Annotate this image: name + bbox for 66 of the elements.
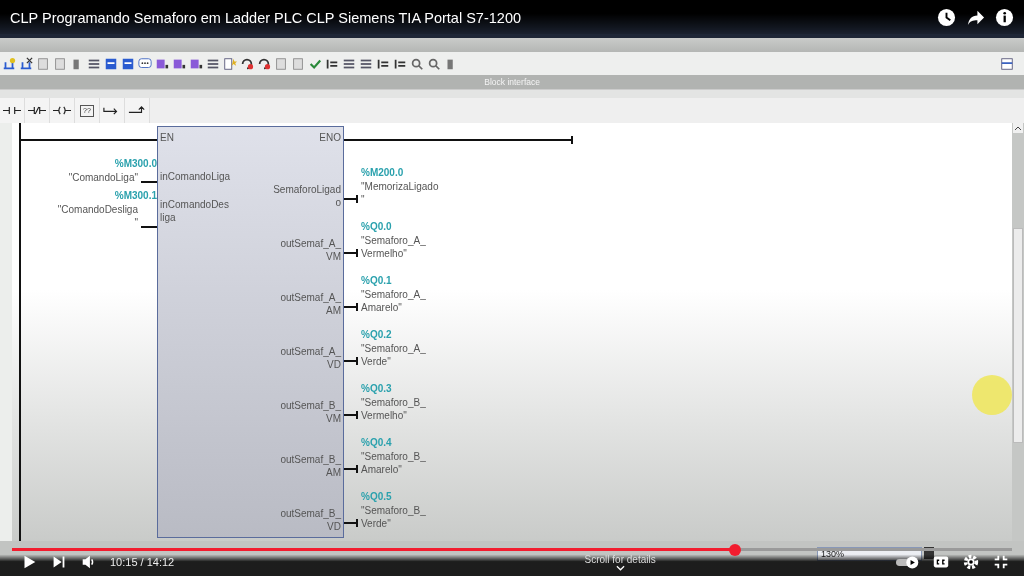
input-pin-label: inComandoDes liga: [160, 198, 230, 224]
wire: [344, 522, 358, 524]
exit-fullscreen-icon[interactable]: [992, 553, 1010, 571]
window-icon[interactable]: [104, 56, 118, 71]
clock-icon[interactable]: [937, 8, 956, 27]
operand-tag[interactable]: "Semaforo_B_ Vermelho": [361, 396, 426, 422]
operand-address[interactable]: %Q0.1: [361, 273, 426, 288]
nc-contact-button[interactable]: [25, 98, 50, 123]
operand-tag[interactable]: "Semaforo_B_ Amarelo": [361, 450, 426, 476]
input-pin-label: inComandoLiga: [160, 170, 231, 183]
operand-tag[interactable]: "Semaforo_B_ Verde": [361, 504, 426, 530]
search-icon[interactable]: [410, 56, 424, 71]
contact-icon: [3, 106, 21, 115]
en-pin-label: EN: [160, 131, 174, 145]
operand-tag[interactable]: "Semaforo_A_ Vermelho": [361, 234, 426, 260]
output-pin-label: SemaforoLigad o: [273, 183, 341, 209]
operand-address[interactable]: %Q0.0: [361, 219, 426, 234]
window-icon[interactable]: [121, 56, 135, 71]
operand-tag[interactable]: "Semaforo_A_ Amarelo": [361, 288, 426, 314]
coil-button[interactable]: [50, 98, 75, 123]
undo-icon[interactable]: [257, 56, 271, 71]
info-icon[interactable]: [995, 8, 1014, 27]
wire: [141, 181, 157, 183]
autoplay-toggle[interactable]: [896, 555, 920, 569]
wire: [344, 198, 358, 200]
window-icon[interactable]: [1000, 56, 1014, 71]
closed-contact-icon: [28, 106, 46, 115]
close-branch-button[interactable]: [125, 98, 150, 123]
coil-icon: [53, 106, 71, 115]
output-pin-label: outSemaf_A_ VD: [280, 345, 341, 371]
scroll-up-icon[interactable]: [1013, 123, 1023, 133]
share-icon[interactable]: [966, 8, 985, 27]
wire: [344, 306, 358, 308]
scroll-hint[interactable]: Scroll for details: [584, 553, 656, 565]
delete-network-icon[interactable]: [19, 56, 33, 71]
output-pin-label: outSemaf_B_ VD: [280, 507, 341, 533]
operand-tag[interactable]: "Semaforo_A_ Verde": [361, 342, 426, 368]
operand-tag[interactable]: "MemorizaLigado ": [361, 180, 439, 206]
output-pin-label: outSemaf_A_ VM: [280, 237, 341, 263]
settings-icon[interactable]: [962, 553, 980, 571]
star-icon[interactable]: [223, 56, 237, 71]
wire: [344, 360, 358, 362]
operand-tag[interactable]: "ComandoLiga": [68, 171, 138, 184]
output-pin-label: outSemaf_B_ VM: [280, 399, 341, 425]
wire: [141, 226, 157, 228]
wire: [344, 252, 358, 254]
add-network-icon[interactable]: [2, 56, 16, 71]
scroll-thumb[interactable]: [1013, 228, 1023, 443]
chevron-down-icon[interactable]: [615, 564, 625, 571]
comment-icon[interactable]: [138, 56, 152, 71]
wire: [344, 468, 358, 470]
open-branch-button[interactable]: [100, 98, 125, 123]
operand-tag[interactable]: "ComandoDesliga ": [57, 203, 138, 229]
function-block[interactable]: EN ENO inComandoLiga inComandoDes liga SemaforoLigad o outSemaf_A_ VM outSemaf_A_ AM outSemaf_A_ VD outSemaf_B_ VM outSemaf_B_ AM outSemaf_B_ VD: [157, 126, 344, 538]
branch-up-arrow-icon: [128, 106, 146, 115]
video-time: 10:15 / 14:12: [110, 556, 175, 568]
wire: [344, 414, 358, 416]
output-pin-label: outSemaf_A_ AM: [280, 291, 341, 317]
operand-address[interactable]: %M300.0: [114, 156, 157, 171]
eno-pin-label: ENO: [319, 131, 341, 145]
undo-icon[interactable]: [240, 56, 254, 71]
search-icon[interactable]: [427, 56, 441, 71]
output-pin-label: outSemaf_B_ AM: [280, 453, 341, 479]
no-contact-button[interactable]: [0, 98, 25, 123]
operand-address[interactable]: %M300.1: [114, 188, 157, 203]
operand-address[interactable]: %M200.0: [361, 165, 439, 180]
